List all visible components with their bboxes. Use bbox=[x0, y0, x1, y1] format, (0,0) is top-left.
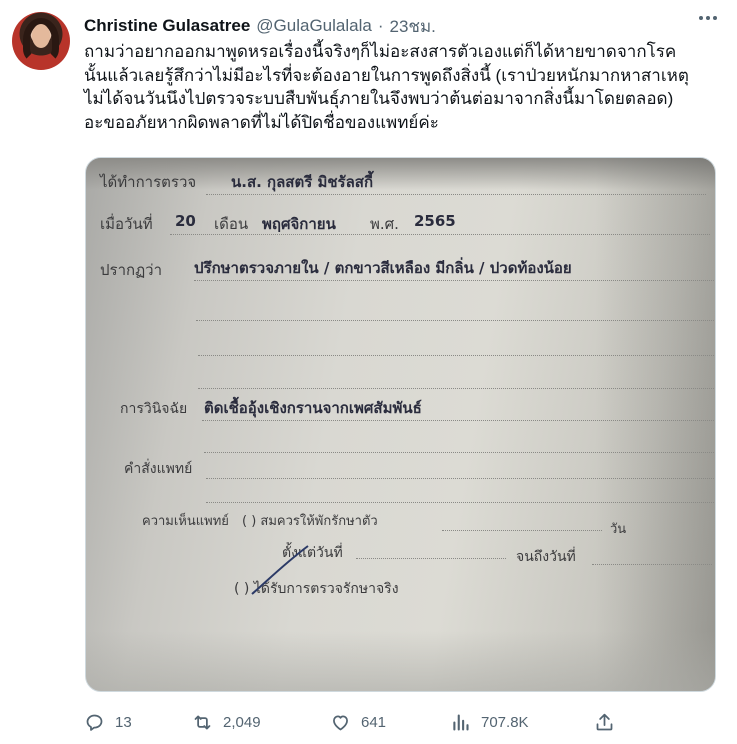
doc-days-label: วัน bbox=[610, 522, 627, 537]
doc-year: 2565 bbox=[414, 212, 456, 230]
doc-findings-label: ปรากฏว่า bbox=[100, 261, 162, 279]
doc-dotted-line bbox=[356, 558, 506, 559]
more-icon[interactable] bbox=[699, 16, 717, 20]
tweet-text-line: นั้นแล้วเลยรู้สึกว่าไม่มีอะไรที่จะต้องอา… bbox=[84, 65, 689, 85]
views-button[interactable]: 707.8K bbox=[450, 710, 529, 734]
doc-dotted-line bbox=[194, 280, 714, 281]
photo-shadow bbox=[595, 158, 715, 691]
author-handle[interactable]: @GulaGulalala bbox=[256, 16, 372, 36]
doc-examined-label: ได้ทำการตรวจ bbox=[100, 173, 197, 191]
checkmark-stroke-icon bbox=[251, 545, 309, 595]
doc-opinion-label: ความเห็นแพทย์ bbox=[142, 514, 229, 529]
heart-icon bbox=[333, 715, 348, 730]
doc-dotted-line bbox=[198, 388, 715, 389]
doc-order-label: คำสั่งแพทย์ bbox=[124, 461, 193, 477]
tweet-text: ถามว่าอยากออกมาพูดหรอเรื่องนี้จริงๆก็ไม่… bbox=[84, 40, 724, 134]
reply-icon bbox=[86, 714, 103, 731]
tweet-header: Christine Gulasatree @GulaGulalala · 23ช… bbox=[84, 15, 436, 37]
tweet-text-line: ถามว่าอยากออกมาพูดหรอเรื่องนี้จริงๆก็ไม่… bbox=[84, 42, 677, 61]
tweet-text-line: อะขออภัยหากผิดพลาดที่ไม่ได้ปิดชื่อของแพท… bbox=[84, 112, 439, 132]
retweet-button[interactable]: 2,049 bbox=[192, 710, 261, 734]
doc-dotted-line bbox=[204, 452, 715, 453]
doc-dotted-line bbox=[442, 530, 602, 531]
views-count: 707.8K bbox=[481, 713, 529, 731]
doc-date-label: เมื่อวันที่ bbox=[100, 215, 153, 233]
like-button[interactable]: 641 bbox=[330, 710, 386, 734]
doc-day: 20 bbox=[175, 212, 196, 230]
retweet-icon bbox=[194, 715, 211, 729]
doc-dotted-line bbox=[202, 420, 715, 421]
separator-dot: · bbox=[377, 16, 384, 35]
doc-month: พฤศจิกายน bbox=[262, 215, 336, 233]
doc-diagnosis: ติดเชื้ออุ้งเชิงกรานจากเพศสัมพันธ์ bbox=[204, 399, 422, 417]
doc-year-label: พ.ศ. bbox=[370, 215, 399, 233]
retweet-count: 2,049 bbox=[223, 713, 261, 731]
tweet-text-line: ไม่ได้จนวันนึงไปตรวจระบบสืบพันธุ์ภายในจึ… bbox=[84, 89, 674, 108]
photo-shadow bbox=[86, 631, 715, 691]
doc-dotted-line bbox=[206, 194, 706, 195]
reply-count: 13 bbox=[115, 713, 132, 731]
doc-month-label: เดือน bbox=[214, 215, 249, 233]
share-button[interactable] bbox=[594, 710, 615, 734]
doc-dotted-line bbox=[196, 320, 715, 321]
avatar-face bbox=[32, 24, 50, 48]
reply-button[interactable]: 13 bbox=[84, 710, 132, 734]
doc-dotted-line bbox=[198, 355, 715, 356]
action-bar: 13 2,049 641 707.8K bbox=[84, 710, 724, 734]
share-icon bbox=[596, 713, 613, 730]
avatar[interactable] bbox=[12, 12, 70, 70]
tweet[interactable]: Christine Gulasatree @GulaGulalala · 23ช… bbox=[0, 0, 737, 744]
tweet-time[interactable]: 23ชม. bbox=[390, 13, 436, 40]
doc-patient-name: น.ส. กุลสตรี มิชรัลสกี้ bbox=[231, 173, 374, 191]
doc-to-date-label: จนถึงวันที่ bbox=[516, 549, 576, 565]
doc-dotted-line bbox=[592, 564, 712, 565]
views-icon bbox=[453, 713, 469, 731]
like-count: 641 bbox=[361, 713, 387, 731]
doc-dotted-line bbox=[206, 502, 715, 503]
doc-dotted-line bbox=[170, 234, 710, 235]
doc-rest-option: ( ) สมควรให้พักรักษาตัว bbox=[242, 514, 378, 529]
author-name[interactable]: Christine Gulasatree bbox=[84, 16, 250, 36]
doc-findings: ปรึกษาตรวจภายใน / ตกขาวสีเหลือง มีกลิ่น … bbox=[194, 259, 572, 277]
doc-dotted-line bbox=[206, 478, 715, 479]
tweet-photo[interactable]: ได้ทำการตรวจ น.ส. กุลสตรี มิชรัลสกี้ เมื… bbox=[85, 157, 716, 692]
doc-diagnosis-label: การวินิจฉัย bbox=[120, 401, 188, 417]
